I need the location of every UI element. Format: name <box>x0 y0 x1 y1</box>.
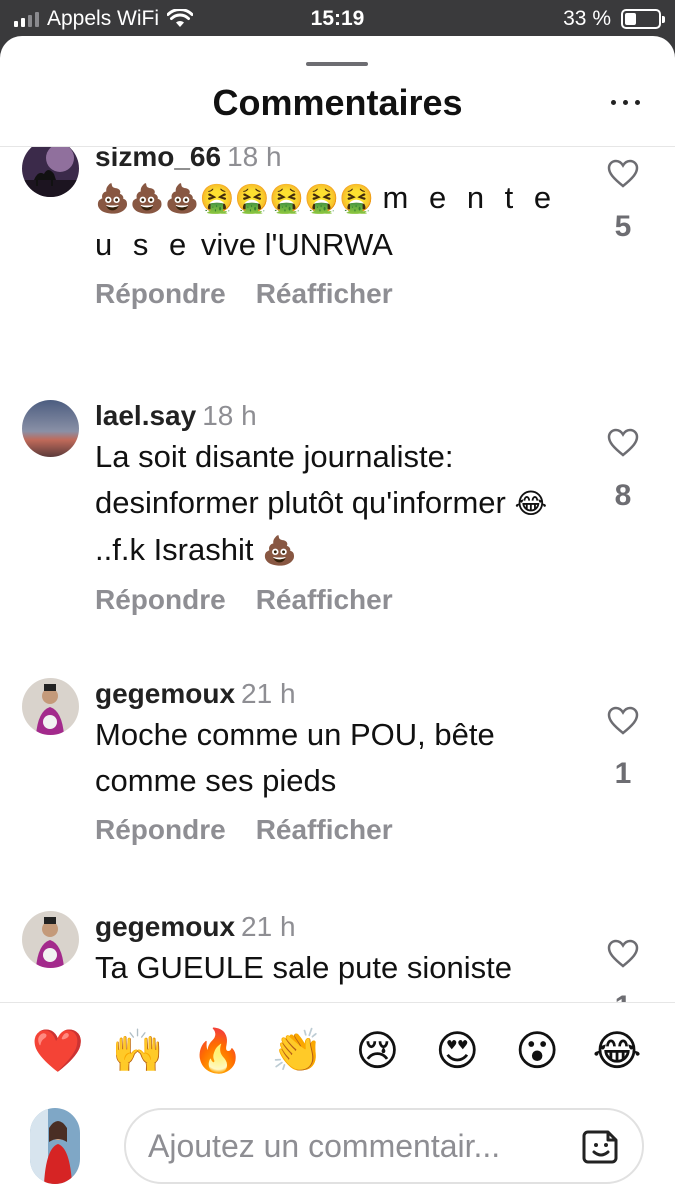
emoji-text: 💩 <box>262 534 297 567</box>
comment-input-container <box>124 1108 644 1184</box>
comment-text: La soit disante journaliste: desinformer… <box>95 434 585 574</box>
comment-text-main: La soit disante journaliste: desinformer… <box>95 439 515 520</box>
reaction-raised-hands[interactable]: 🙌 <box>110 1026 166 1076</box>
reaction-heart[interactable]: ❤️ <box>30 1026 86 1076</box>
status-bar: Appels WiFi 15:19 33 % <box>0 0 675 36</box>
battery-group: 33 % <box>563 7 665 31</box>
comment-time: 18 h <box>202 400 257 431</box>
comment-time: 21 h <box>241 678 296 709</box>
comment-list[interactable]: sizmo_66 18 h 💩💩💩🤮🤮🤮🤮🤮 m e n t e u s e vi… <box>0 147 675 1002</box>
comment-text: Ta GUEULE sale pute sioniste NAZI de mer… <box>95 950 512 1002</box>
quick-reactions-bar: ❤️ 🙌 🔥 👏 😢 😍 😮 😂 <box>0 1026 675 1076</box>
divider <box>0 1002 675 1003</box>
comment-text-tail: ..f.k Israshit <box>95 532 263 567</box>
comment-text-tail: vive l'UNRWA <box>192 227 393 262</box>
sticker-icon[interactable] <box>582 1128 620 1166</box>
battery-icon <box>621 9 665 29</box>
heart-icon[interactable] <box>607 706 639 736</box>
username[interactable]: lael.say <box>95 400 196 431</box>
avatar[interactable] <box>22 400 79 457</box>
comment-time: 21 h <box>241 911 296 942</box>
reaction-clap[interactable]: 👏 <box>270 1026 326 1076</box>
repost-button[interactable]: Réafficher <box>256 814 393 846</box>
username[interactable]: sizmo_66 <box>95 147 221 172</box>
like-count: 8 <box>614 479 632 512</box>
heart-icon[interactable] <box>607 939 639 969</box>
reaction-fire[interactable]: 🔥 <box>190 1026 246 1076</box>
like-count: 1 <box>601 990 645 1002</box>
emoji-text: 💩💩💩🤮🤮🤮🤮🤮 <box>95 182 374 215</box>
reaction-crying[interactable]: 😢 <box>349 1026 405 1076</box>
repost-button[interactable]: Réafficher <box>256 584 393 616</box>
emoji-text: 😂 <box>514 487 548 520</box>
comment-composer <box>0 1101 675 1191</box>
username[interactable]: gegemoux <box>95 678 235 709</box>
more-options-icon[interactable] <box>611 92 641 112</box>
comment-text: Moche comme un POU, bête comme ses pieds <box>95 717 495 798</box>
sheet-title: Commentaires <box>212 82 463 123</box>
comments-sheet: Commentaires sizmo_66 18 h 💩💩💩🤮🤮🤮🤮🤮 m e n… <box>0 36 675 1200</box>
reaction-heart-eyes[interactable]: 😍 <box>429 1026 485 1076</box>
comment-text: 💩💩💩🤮🤮🤮🤮🤮 m e n t e u s e vive l'UNRWA <box>95 175 585 268</box>
battery-percent: 33 % <box>563 7 611 30</box>
heart-icon[interactable] <box>607 159 639 189</box>
reply-button[interactable]: Répondre <box>95 278 226 310</box>
comment-time: 18 h <box>227 147 282 172</box>
drag-handle[interactable] <box>306 62 368 66</box>
avatar[interactable] <box>22 678 79 735</box>
reaction-laughing[interactable]: 😂 <box>589 1026 645 1076</box>
reaction-surprised[interactable]: 😮 <box>509 1026 565 1076</box>
like-count: 5 <box>614 210 632 243</box>
comment-input[interactable] <box>148 1124 578 1168</box>
heart-icon[interactable] <box>607 428 639 458</box>
repost-button[interactable]: Réafficher <box>256 278 393 310</box>
like-count: 1 <box>614 757 632 790</box>
username[interactable]: gegemoux <box>95 911 235 942</box>
avatar[interactable] <box>22 911 79 968</box>
reply-button[interactable]: Répondre <box>95 584 226 616</box>
my-avatar <box>30 1108 80 1184</box>
avatar[interactable] <box>22 147 79 197</box>
reply-button[interactable]: Répondre <box>95 814 226 846</box>
